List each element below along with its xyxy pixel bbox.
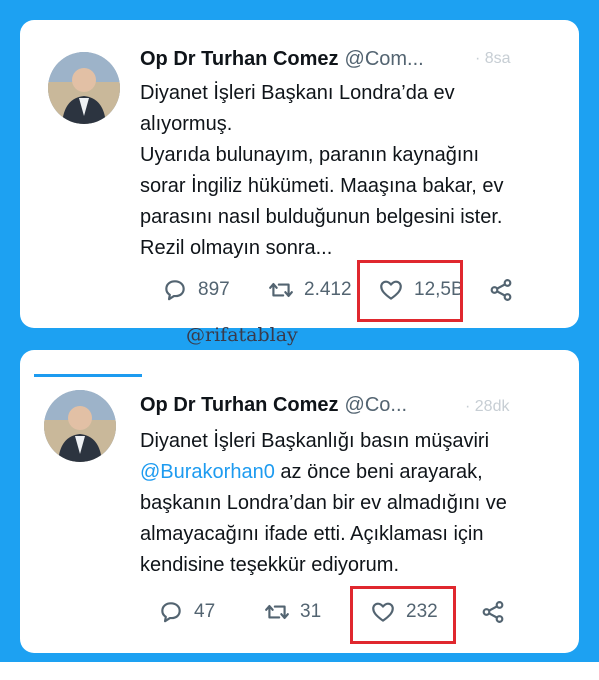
tweet-line: alıyormuş. <box>140 113 233 135</box>
avatar[interactable] <box>44 390 116 462</box>
author-handle[interactable]: @Co... <box>345 394 408 416</box>
tweet-line: parasını nasıl bulduğunun belgesini iste… <box>140 206 503 228</box>
retweet-icon <box>265 604 289 620</box>
reply-button[interactable]: 47 <box>158 596 215 628</box>
tweet-line: Uyarıda bulunayım, paranın kaynağını <box>140 144 480 166</box>
progress-indicator <box>34 374 142 377</box>
mention-link[interactable]: @Burakorhan0 <box>140 461 275 483</box>
author-name[interactable]: Op Dr Turhan Comez <box>140 394 339 416</box>
avatar[interactable] <box>48 52 120 124</box>
tweet-line: Diyanet İşleri Başkanlığı basın müşaviri <box>140 430 490 452</box>
retweet-count: 31 <box>300 601 322 622</box>
tweet-line: Rezil olmayın sonra... <box>140 237 333 259</box>
share-button[interactable] <box>480 596 516 628</box>
reply-icon <box>161 602 181 623</box>
tweet-timestamp: · 28dk <box>465 398 510 415</box>
tweet-line-with-mention: @Burakorhan0 az önce beni arayarak, <box>140 457 560 488</box>
share-button[interactable] <box>488 274 524 306</box>
likes-highlight-box <box>350 586 456 644</box>
author-name[interactable]: Op Dr Turhan Comez <box>140 48 339 70</box>
tweet-line: almayacağını ifade etti. Açıklaması için <box>140 523 484 545</box>
retweet-button[interactable]: 31 <box>264 596 321 628</box>
tweet-header: Op Dr Turhan Comez @Com... <box>140 48 424 71</box>
tweet-timestamp: · 8sa <box>475 50 511 67</box>
tweet-header: Op Dr Turhan Comez @Co... <box>140 394 407 417</box>
reply-button[interactable]: 897 <box>162 274 230 306</box>
author-handle[interactable]: @Com... <box>345 48 424 70</box>
share-icon <box>490 279 512 301</box>
tweet-text: Diyanet İşleri Başkanı Londra’da ev alıy… <box>140 78 560 264</box>
retweet-icon <box>269 282 293 298</box>
tweet-line: sorar İngiliz hükümeti. Maaşına bakar, e… <box>140 175 504 197</box>
reply-count: 47 <box>194 601 216 622</box>
tweet-line: kendisine teşekkür ediyorum. <box>140 554 400 576</box>
share-icon <box>482 601 504 623</box>
tweet-card-2[interactable]: Op Dr Turhan Comez @Co... · 28dk Diyanet … <box>20 350 579 653</box>
reply-count: 897 <box>198 279 230 300</box>
tweet-line: başkanın Londra’dan bir ev almadığını ve <box>140 492 507 514</box>
next-tweet-edge <box>0 662 599 680</box>
watermark: @rifatablay <box>186 324 298 346</box>
retweet-count: 2.412 <box>304 279 352 300</box>
retweet-button[interactable]: 2.412 <box>268 274 352 306</box>
tweet-line: Diyanet İşleri Başkanı Londra’da ev <box>140 82 455 104</box>
likes-highlight-box <box>357 260 463 322</box>
tweet-text: Diyanet İşleri Başkanlığı basın müşaviri… <box>140 426 560 581</box>
tweet-line-text: az önce beni arayarak, <box>280 461 483 483</box>
reply-icon <box>165 280 185 301</box>
tweet-card-1[interactable]: Op Dr Turhan Comez @Com... · 8sa Diyanet … <box>20 20 579 328</box>
